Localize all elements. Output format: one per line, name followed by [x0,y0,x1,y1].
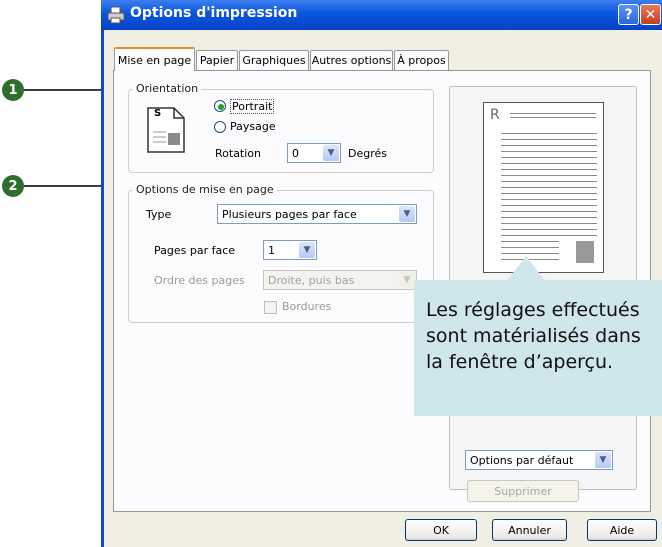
orientation-icon-letter: S [154,108,162,119]
callout-badge-1: 1 [2,79,24,101]
tab-papier[interactable]: Papier [196,50,238,70]
page-order-select: Droite, puis bas ▼ [263,270,417,290]
borders-checkbox [264,301,277,314]
orientation-title: Orientation [133,82,202,95]
preview-page-letter: R [490,107,500,123]
rotation-select[interactable]: 0 ▼ [287,143,341,163]
delete-button: Supprimer [467,480,579,502]
preview-page: R [483,102,604,273]
landscape-radio[interactable] [214,121,226,133]
preview-image-block [576,241,594,263]
page-order-label: Ordre des pages [154,274,245,287]
ok-button[interactable]: OK [405,519,477,541]
chevron-down-icon: ▼ [299,242,315,258]
rotation-label: Rotation [215,147,262,160]
tab-autres-options[interactable]: Autres options [310,50,393,70]
portrait-label[interactable]: Portrait [230,99,275,114]
tab-mise-en-page[interactable]: Mise en page [114,47,195,71]
portrait-radio[interactable] [214,100,226,112]
tab-a-propos[interactable]: À propos [394,50,449,70]
chevron-down-icon: ▼ [399,272,415,288]
help-title-button[interactable]: ? [618,4,639,25]
close-button[interactable]: ✕ [640,4,661,25]
tooltip-pointer [506,256,546,282]
orientation-preview-icon [146,106,186,154]
tooltip-text: Les réglages effectués sont matérialisés… [426,299,641,373]
chevron-down-icon: ▼ [323,145,339,161]
type-label: Type [146,208,172,221]
borders-label: Bordures [282,300,332,313]
chevron-down-icon: ▼ [595,452,611,468]
layout-options-title: Options de mise en page [133,183,277,196]
favorites-select[interactable]: Options par défaut ▼ [465,450,613,470]
help-button[interactable]: Aide [587,519,657,541]
printer-icon [107,6,125,24]
type-select[interactable]: Plusieurs pages par face ▼ [217,204,417,224]
chevron-down-icon: ▼ [399,206,415,222]
landscape-label[interactable]: Paysage [230,120,276,133]
tab-graphiques[interactable]: Graphiques [239,50,309,70]
degrees-label: Degrés [348,147,387,160]
pages-per-side-label: Pages par face [154,244,236,257]
cancel-button[interactable]: Annuler [492,519,567,541]
window-title: Options d'impression [130,5,298,21]
pages-per-side-select[interactable]: 1 ▼ [263,240,317,260]
callout-badge-2: 2 [2,175,24,197]
